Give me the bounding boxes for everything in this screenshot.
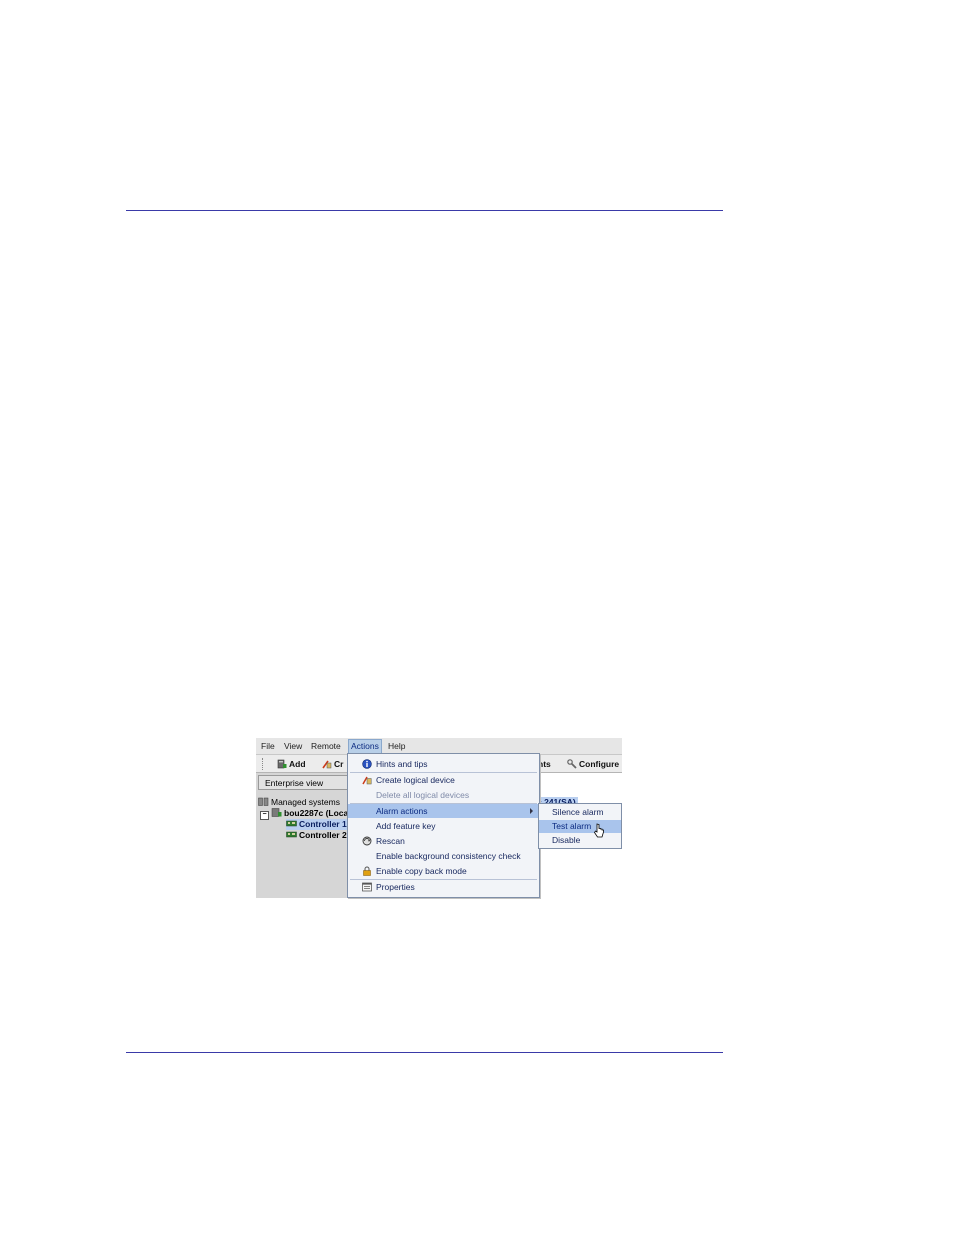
create-device-icon — [362, 776, 372, 785]
menu-item-disable[interactable]: Disable — [539, 834, 621, 847]
menu-view[interactable]: View — [282, 740, 304, 753]
controller-card-icon — [286, 831, 297, 838]
collapse-toggle[interactable]: − — [260, 811, 269, 820]
menu-item-label: Properties — [376, 882, 415, 892]
controller-card-icon — [286, 820, 297, 827]
menu-item-enable-copy-back-mode[interactable]: Enable copy back mode — [348, 864, 539, 878]
tree-item-system[interactable]: − bou2287c (Loca — [260, 808, 349, 820]
create-button[interactable]: Cr — [322, 758, 343, 770]
menu-item-hints-and-tips[interactable]: Hints and tips — [348, 757, 539, 771]
alarm-actions-submenu: Silence alarm Test alarm Disable — [538, 803, 622, 849]
mouse-pointer-icon — [594, 823, 604, 838]
add-button-label: Add — [289, 759, 306, 769]
lock-icon — [363, 866, 371, 876]
toolbar-grip[interactable] — [262, 758, 265, 770]
menu-item-label: Create logical device — [376, 775, 455, 785]
add-system-icon — [277, 759, 287, 769]
menu-remote[interactable]: Remote — [309, 740, 343, 753]
top-rule — [126, 210, 723, 211]
menu-item-label: Rescan — [376, 836, 405, 846]
menu-item-silence-alarm[interactable]: Silence alarm — [539, 806, 621, 819]
menu-item-rescan[interactable]: Rescan — [348, 834, 539, 848]
add-button[interactable]: Add — [277, 758, 306, 770]
tree-item-label: Controller 1 — [299, 819, 347, 829]
properties-icon — [362, 882, 372, 892]
managed-systems-icon — [258, 797, 269, 806]
tree-item-label: Controller 2 — [299, 830, 347, 840]
menu-item-delete-all-logical-devices: Delete all logical devices — [348, 788, 539, 802]
submenu-arrow-icon — [530, 808, 533, 814]
wrench-icon — [567, 759, 577, 769]
menu-item-label: Delete all logical devices — [376, 790, 470, 800]
tree-item-controller-1[interactable]: Controller 1 — [286, 819, 347, 830]
menu-item-enable-background-consistency-check[interactable]: Enable background consistency check — [348, 849, 539, 863]
menu-item-label: Enable background consistency check — [376, 851, 521, 861]
menu-file[interactable]: File — [259, 740, 277, 753]
menu-item-label: Enable copy back mode — [376, 866, 467, 876]
bottom-rule — [126, 1052, 723, 1053]
server-icon — [271, 808, 282, 817]
configure-button[interactable]: Configure — [567, 758, 619, 770]
menu-item-create-logical-device[interactable]: Create logical device — [348, 773, 539, 787]
menu-actions[interactable]: Actions — [348, 739, 382, 754]
menu-help[interactable]: Help — [386, 740, 407, 753]
rescan-icon — [362, 836, 372, 846]
configure-button-label: Configure — [579, 759, 620, 769]
menu-item-properties[interactable]: Properties — [348, 880, 539, 894]
tree-item-managed-systems[interactable]: Managed systems — [258, 797, 340, 808]
create-logical-device-icon — [322, 760, 332, 769]
actions-menu: Hints and tips Create logical device Del… — [347, 753, 540, 898]
create-button-label: Cr — [334, 759, 344, 769]
menu-item-label: Hints and tips — [376, 759, 428, 769]
menu-item-test-alarm[interactable]: Test alarm — [539, 820, 621, 833]
info-icon — [362, 759, 372, 769]
menu-item-add-feature-key[interactable]: Add feature key — [348, 819, 539, 833]
tree-item-label: bou2287c (Loca — [284, 808, 349, 818]
tree-item-controller-2[interactable]: Controller 2 — [286, 830, 347, 841]
menu-item-label: Add feature key — [376, 821, 436, 831]
menu-item-label: Alarm actions — [376, 806, 428, 816]
menu-item-alarm-actions[interactable]: Alarm actions — [348, 804, 539, 818]
tree-item-label: Managed systems — [271, 797, 340, 807]
